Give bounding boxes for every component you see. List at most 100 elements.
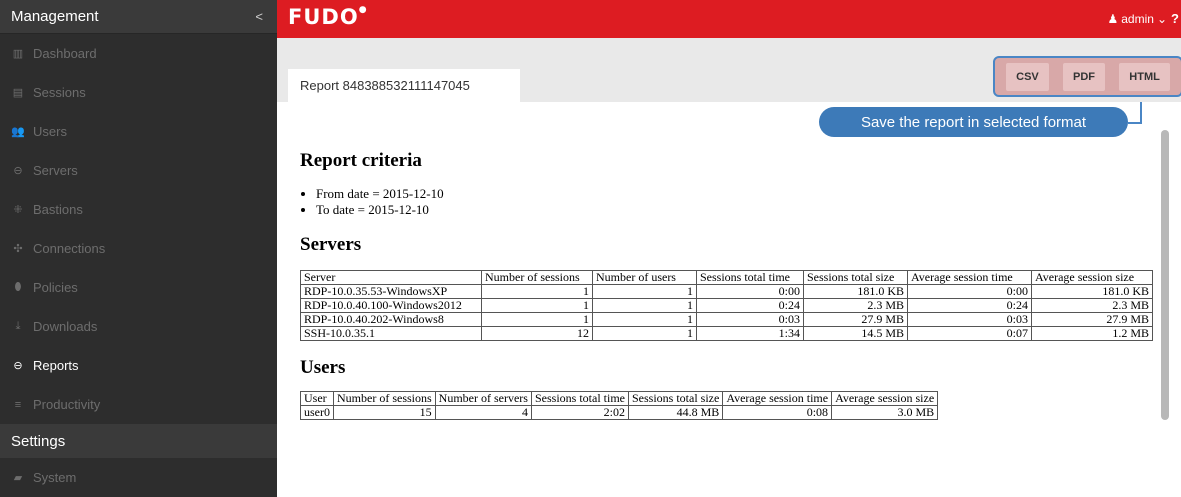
tab-report[interactable]: Report 848388532111147045 [288, 69, 520, 102]
servers-heading: Servers [300, 234, 362, 255]
sidebar-item-label: Policies [33, 280, 78, 295]
sidebar-item-users[interactable]: 👥 Users [0, 112, 277, 151]
table-cell: RDP-10.0.35.53-WindowsXP [300, 284, 482, 299]
column-header: Average session size [831, 391, 939, 406]
table-cell: 1 [481, 284, 593, 299]
column-header: Average session size [1031, 270, 1153, 285]
table-cell: 1 [481, 312, 593, 327]
table-row: RDP-10.0.40.100-Windows2012 1 1 0:24 2.3 MB 0… [300, 298, 1153, 313]
management-header: Management < [0, 0, 277, 34]
column-header: Sessions total size [627, 391, 724, 406]
sidebar-item-productivity[interactable]: ≡ Productivity [0, 385, 277, 424]
help-icon[interactable]: ? [1171, 11, 1179, 26]
csv-button[interactable]: CSV [1006, 62, 1049, 91]
column-header: Server [300, 270, 482, 285]
sidebar-item-connections[interactable]: ✣ Connections [0, 229, 277, 268]
fudo-logo[interactable]: FUDO● [288, 5, 368, 29]
sidebar-item-bastions[interactable]: ⁜ Bastions [0, 190, 277, 229]
table-cell: 1 [481, 298, 593, 313]
user-name: admin [1121, 12, 1154, 26]
table-cell: 2:02 [530, 405, 629, 420]
dashboard-icon: ▥ [12, 48, 24, 60]
table-header-row: Server Number of sessions Number of users S… [300, 270, 1153, 285]
main-content: Report 848388532111147045 CSV PDF HTML S… [277, 38, 1181, 497]
download-icon: ⤓ [15, 320, 21, 332]
tooltip-connector [1128, 102, 1142, 124]
criteria-item: To date = 2015-12-10 [316, 202, 1160, 218]
column-header: Sessions total size [803, 270, 908, 285]
sidebar-item-system[interactable]: ▰ System [0, 458, 277, 497]
sidebar-item-label: Downloads [33, 319, 98, 334]
sidebar-item-policies[interactable]: ⬮ Policies [0, 268, 277, 307]
table-cell: 1 [592, 298, 697, 313]
criteria-list: From date = 2015-12-10To date = 2015-12-… [300, 186, 1160, 218]
table-cell: 0:24 [907, 298, 1032, 313]
users-table: User Number of sessions Number of servers S… [300, 391, 939, 420]
scrollbar[interactable] [1161, 130, 1169, 420]
column-header: Number of sessions [481, 270, 593, 285]
table-cell: 27.9 MB [803, 312, 908, 327]
sidebar-item-label: System [33, 470, 77, 485]
sidebar-item-servers[interactable]: ⊖ Servers [0, 151, 277, 190]
sidebar-item-reports[interactable]: ⊖ Reports [0, 346, 277, 385]
table-cell: 1 [592, 312, 697, 327]
column-header: Number of sessions [333, 391, 436, 406]
table-cell: 181.0 KB [803, 284, 908, 299]
table-cell: 0:08 [722, 405, 833, 420]
table-cell: user0 [300, 405, 334, 420]
table-cell: 15 [333, 405, 436, 420]
table-cell: 0:07 [907, 326, 1032, 341]
sidebar-item-label: Bastions [33, 202, 83, 217]
sidebar-item-sessions[interactable]: ▤ Sessions [0, 73, 277, 112]
sidebar-item-downloads[interactable]: ⤓ Downloads [0, 307, 277, 346]
sidebar-item-dashboard[interactable]: ▥ Dashboard [0, 34, 277, 73]
table-cell: 1.2 MB [1031, 326, 1153, 341]
user-menu[interactable]: ♟ admin ⌄ [1107, 12, 1167, 26]
sidebar-item-label: Servers [33, 163, 78, 178]
table-cell: 1:34 [696, 326, 804, 341]
productivity-icon: ≡ [14, 398, 22, 411]
table-cell: 4 [434, 405, 532, 420]
column-header: Number of users [592, 270, 697, 285]
sidebar-item-label: Reports [33, 358, 79, 373]
html-button[interactable]: HTML [1119, 62, 1170, 91]
column-header: User [300, 391, 334, 406]
export-format-group: CSV PDF HTML [993, 56, 1181, 97]
table-cell: RDP-10.0.40.202-Windows8 [300, 312, 482, 327]
table-cell: 1 [592, 284, 697, 299]
pdf-button[interactable]: PDF [1063, 62, 1106, 91]
report-body: Report criteria From date = 2015-12-10To… [300, 150, 1160, 420]
column-header: Number of servers [434, 391, 532, 406]
connections-icon: ✣ [13, 243, 23, 255]
tab-bar: Report 848388532111147045 CSV PDF HTML [277, 38, 1181, 102]
sidebar-item-label: Productivity [33, 397, 101, 412]
table-row: user0 15 4 2:02 44.8 MB 0:08 3.0 MB [300, 405, 939, 420]
management-title: Management [11, 8, 99, 25]
table-cell: 0:00 [907, 284, 1032, 299]
user-icon: ♟ [1107, 12, 1119, 26]
collapse-sidebar-icon[interactable]: < [255, 9, 263, 24]
table-cell: 14.5 MB [803, 326, 908, 341]
table-header-row: User Number of sessions Number of servers S… [300, 391, 939, 406]
users-icon: 👥 [11, 126, 25, 138]
users-heading: Users [300, 357, 346, 378]
table-cell: 12 [481, 326, 593, 341]
folder-icon: ▰ [13, 472, 23, 484]
sessions-icon: ▤ [12, 87, 24, 99]
settings-header: Settings [0, 424, 277, 458]
column-header: Average session time [907, 270, 1032, 285]
server-icon: ⊖ [13, 165, 23, 177]
table-cell: 0:03 [907, 312, 1032, 327]
sidebar-item-label: Users [33, 124, 67, 139]
table-cell: 181.0 KB [1031, 284, 1153, 299]
criteria-heading: Report criteria [300, 150, 422, 171]
bastion-icon: ⁜ [13, 204, 23, 216]
table-row: RDP-10.0.40.202-Windows8 1 1 0:03 27.9 MB 0:0… [300, 312, 1153, 327]
criteria-item: From date = 2015-12-10 [316, 186, 1160, 202]
table-row: RDP-10.0.35.53-WindowsXP 1 1 0:00 181.0 KB 0:… [300, 284, 1153, 299]
table-row: SSH-10.0.35.1 12 1 1:34 14.5 MB 0:07 1.2 MB [300, 326, 1153, 341]
column-header: Sessions total time [696, 270, 804, 285]
table-cell: 2.3 MB [803, 298, 908, 313]
settings-title: Settings [11, 432, 66, 450]
table-cell: 1 [592, 326, 697, 341]
